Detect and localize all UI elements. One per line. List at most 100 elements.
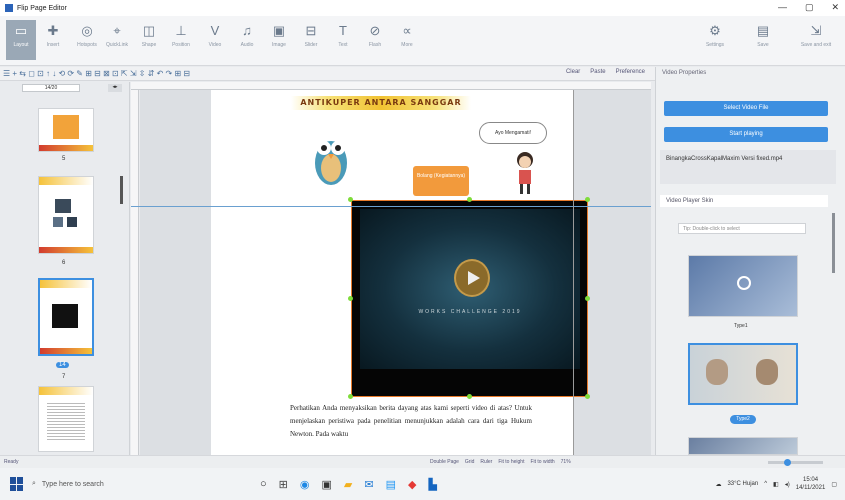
thumbnail-footer [39,247,93,253]
resize-handle[interactable] [348,296,353,301]
skin-section-header[interactable]: Video Player Skin [660,195,828,207]
ribbon-settings-button[interactable]: ⚙ Settings [700,20,730,60]
ribbon-video-button[interactable]: V Video [200,20,230,60]
grid-toggle[interactable]: Grid [465,459,474,465]
scrollbar-thumb[interactable] [832,213,835,273]
weather-icon: ☁ [715,481,722,488]
network-icon[interactable]: ◧ [773,481,779,488]
speech-cloud[interactable]: Ayo Mengamati! [479,122,547,144]
ribbon-layout-button[interactable]: ▭ Layout [6,20,36,60]
flash-icon: ⊘ [369,23,381,38]
tray-chevron-icon[interactable]: ^ [764,481,767,487]
resize-handle[interactable] [467,197,472,202]
mail-icon[interactable]: ✉ [364,478,373,491]
app-icon-red[interactable]: ◆ [408,478,416,491]
page-thumbnail[interactable] [38,386,94,452]
ribbon-label: Position [172,42,190,48]
system-tray: ☁ 33°C Hujan ^ ◧ ◂) 15:04 14/11/2021 ▢ [715,476,837,492]
zoom-slider-knob[interactable] [784,459,791,466]
page-thumbnail-selected[interactable] [38,278,94,356]
store-icon[interactable]: ▣ [321,478,331,491]
video-screen[interactable]: WORKS CHALLENGE 2019 [360,209,580,369]
double-page-toggle[interactable]: Double Page [430,459,459,465]
resize-handle[interactable] [348,394,353,399]
minimize-button[interactable]: — [778,2,787,13]
taskbar-search[interactable]: ⌕ Type here to search [32,473,152,495]
fit-height-button[interactable]: Fit to height [498,459,524,465]
flip-editor-taskbar-icon[interactable]: ▙ [428,478,436,491]
skin-thumbnail-type1[interactable] [688,255,798,317]
resize-handle[interactable] [585,394,590,399]
label-box[interactable]: Bolang (Kegiatannya) [413,166,469,196]
ribbon-hotspots-button[interactable]: ◎ Hotspots [72,20,102,60]
girl-illustration[interactable] [511,150,539,195]
more-icon: ∝ [402,23,412,38]
quicklink-icon: ⌖ [113,23,121,38]
clear-button[interactable]: Clear [566,69,580,75]
scrollbar-thumb[interactable] [120,176,123,204]
weather-text[interactable]: 33°C Hujan [727,481,758,487]
skin-label: Type1 [734,323,748,329]
edit-toolbar-icons[interactable]: ☰ + ⇆ ◻ ⊡ ↑ ↓ ⟲ ⟳ ✎ ⊞ ⊟ ⊠ ⊡ ⇱ ⇲ ⇳ ⇵ ↶ ↷ … [3,69,190,78]
volume-icon[interactable]: ◂) [785,481,790,488]
ribbon-label: Flash [368,42,382,48]
ruler-toggle[interactable]: Ruler [480,459,492,465]
edit-toolbar-right: Clear Paste Preference [566,69,645,75]
play-icon[interactable] [454,259,490,297]
widgets-icon[interactable]: ⊞ [279,478,288,491]
select-video-button[interactable]: Select Video File [664,101,828,116]
ribbon-audio-button[interactable]: ♫ Audio [232,20,262,60]
ribbon-position-button[interactable]: ⊥ Position [166,20,196,60]
editor-canvas[interactable]: ANTIKUPER ANTARA SANGGAR Ayo Mengamati! … [140,90,651,455]
thumbnails-scrollbar[interactable] [119,96,125,451]
ribbon-flash-button[interactable]: ⊘ Flash [360,20,390,60]
zoom-level[interactable]: 71% [561,459,571,465]
body-paragraph[interactable]: Perhatikan Anda menyaksikan berita dayan… [290,402,532,441]
ribbon-shape-button[interactable]: ◫ Shape [134,20,164,60]
paste-button[interactable]: Paste [590,69,605,75]
preferences-button[interactable]: Preference [616,69,645,75]
skin-thumbnail-type3[interactable] [688,437,798,455]
vertical-guide[interactable] [573,90,574,455]
close-button[interactable]: ✕ [831,2,839,13]
resize-handle[interactable] [467,394,472,399]
zoom-slider[interactable] [768,459,823,466]
maximize-button[interactable]: ▢ [805,2,814,13]
video-filename: BinangkaCrossKapalMaxim Versi fixed.mp4 [660,150,836,184]
ribbon-insert-button[interactable]: ✚ Insert [38,20,68,60]
ribbon-image-button[interactable]: ▣ Image [264,20,294,60]
resize-handle[interactable] [348,197,353,202]
ribbon-label: Audio [240,42,254,48]
ribbon-quicklink-button[interactable]: ⌖ QuickLink [102,20,132,60]
skin-label-selected: Type2 [730,415,756,424]
skins-scrollbar[interactable] [831,193,836,443]
clock[interactable]: 15:04 14/11/2021 [796,476,826,492]
page-thumbnail[interactable] [38,176,94,254]
notifications-icon[interactable]: ▢ [831,481,837,488]
task-view-icon[interactable]: ○ [260,478,267,491]
fit-width-button[interactable]: Fit to width [530,459,554,465]
page-thumbnail[interactable] [38,108,94,152]
ribbon-save-exit-button[interactable]: ⇲ Save and exit [796,20,836,60]
ribbon-slider-button[interactable]: ⊟ Slider [296,20,326,60]
thumbnail-header [39,177,93,185]
text-icon: T [339,23,347,38]
start-playing-button[interactable]: Start playing [664,127,828,142]
resize-handle[interactable] [585,197,590,202]
page-canvas[interactable]: ANTIKUPER ANTARA SANGGAR Ayo Mengamati! … [211,90,590,455]
resize-handle[interactable] [585,296,590,301]
page-heading[interactable]: ANTIKUPER ANTARA SANGGAR [291,96,471,110]
edge-browser-icon[interactable]: ◉ [300,478,310,491]
ribbon-more-button[interactable]: ∝ More [392,20,422,60]
thumbnail-footer [40,348,92,354]
page-number-field[interactable]: 14/20 [22,84,80,92]
owl-illustration[interactable] [311,128,351,188]
ribbon-text-button[interactable]: T Text [328,20,358,60]
page-pager[interactable]: ◂▸ [108,84,122,92]
file-explorer-icon[interactable]: ▰ [344,478,352,491]
ribbon-save-button[interactable]: ▤ Save [748,20,778,60]
windows-start-icon[interactable] [10,477,24,491]
app-icon-blue[interactable]: ▤ [386,478,396,491]
video-element[interactable]: WORKS CHALLENGE 2019 [351,200,588,397]
skin-thumbnail-type2[interactable] [688,343,798,405]
